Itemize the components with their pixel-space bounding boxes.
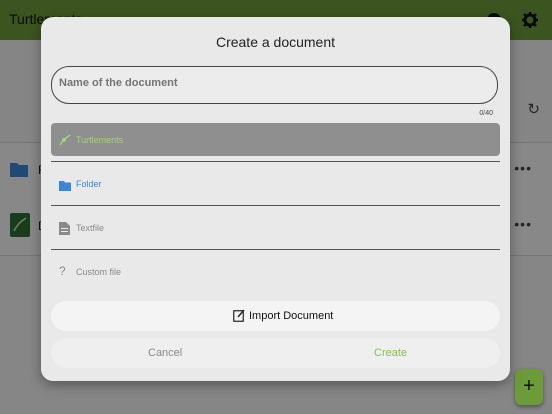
option-custom-file[interactable]: ? Custom file xyxy=(51,249,500,293)
option-turtlements[interactable]: Turtlements xyxy=(51,123,500,156)
option-label: Folder xyxy=(76,179,102,189)
edit-import-icon xyxy=(233,309,245,322)
option-folder[interactable]: Folder xyxy=(51,161,500,205)
document-name-field[interactable] xyxy=(51,66,498,104)
import-document-button[interactable]: Import Document xyxy=(51,301,500,331)
option-textfile[interactable]: Textfile xyxy=(51,205,500,249)
add-fab-button[interactable]: + xyxy=(515,369,543,405)
create-document-dialog: Create a document 0/40 Turtlements Folde… xyxy=(41,17,510,381)
document-type-list: Turtlements Folder Textfile ? Custom fil… xyxy=(51,123,500,293)
dialog-title: Create a document xyxy=(215,34,336,50)
option-label: Textfile xyxy=(76,223,105,233)
option-label: Turtlements xyxy=(76,135,124,145)
create-button[interactable]: Create xyxy=(374,347,407,359)
cancel-button[interactable]: Cancel xyxy=(148,347,182,359)
folder-icon xyxy=(59,178,71,191)
question-mark-icon: ? xyxy=(59,264,66,278)
document-name-input[interactable] xyxy=(59,77,479,89)
option-label: Custom file xyxy=(76,267,122,277)
import-document-label: Import Document xyxy=(249,310,334,322)
dialog-actions: Cancel Create xyxy=(51,338,500,368)
character-counter: 0/40 xyxy=(479,110,493,117)
document-icon xyxy=(59,222,71,235)
turtle-icon xyxy=(59,133,71,146)
